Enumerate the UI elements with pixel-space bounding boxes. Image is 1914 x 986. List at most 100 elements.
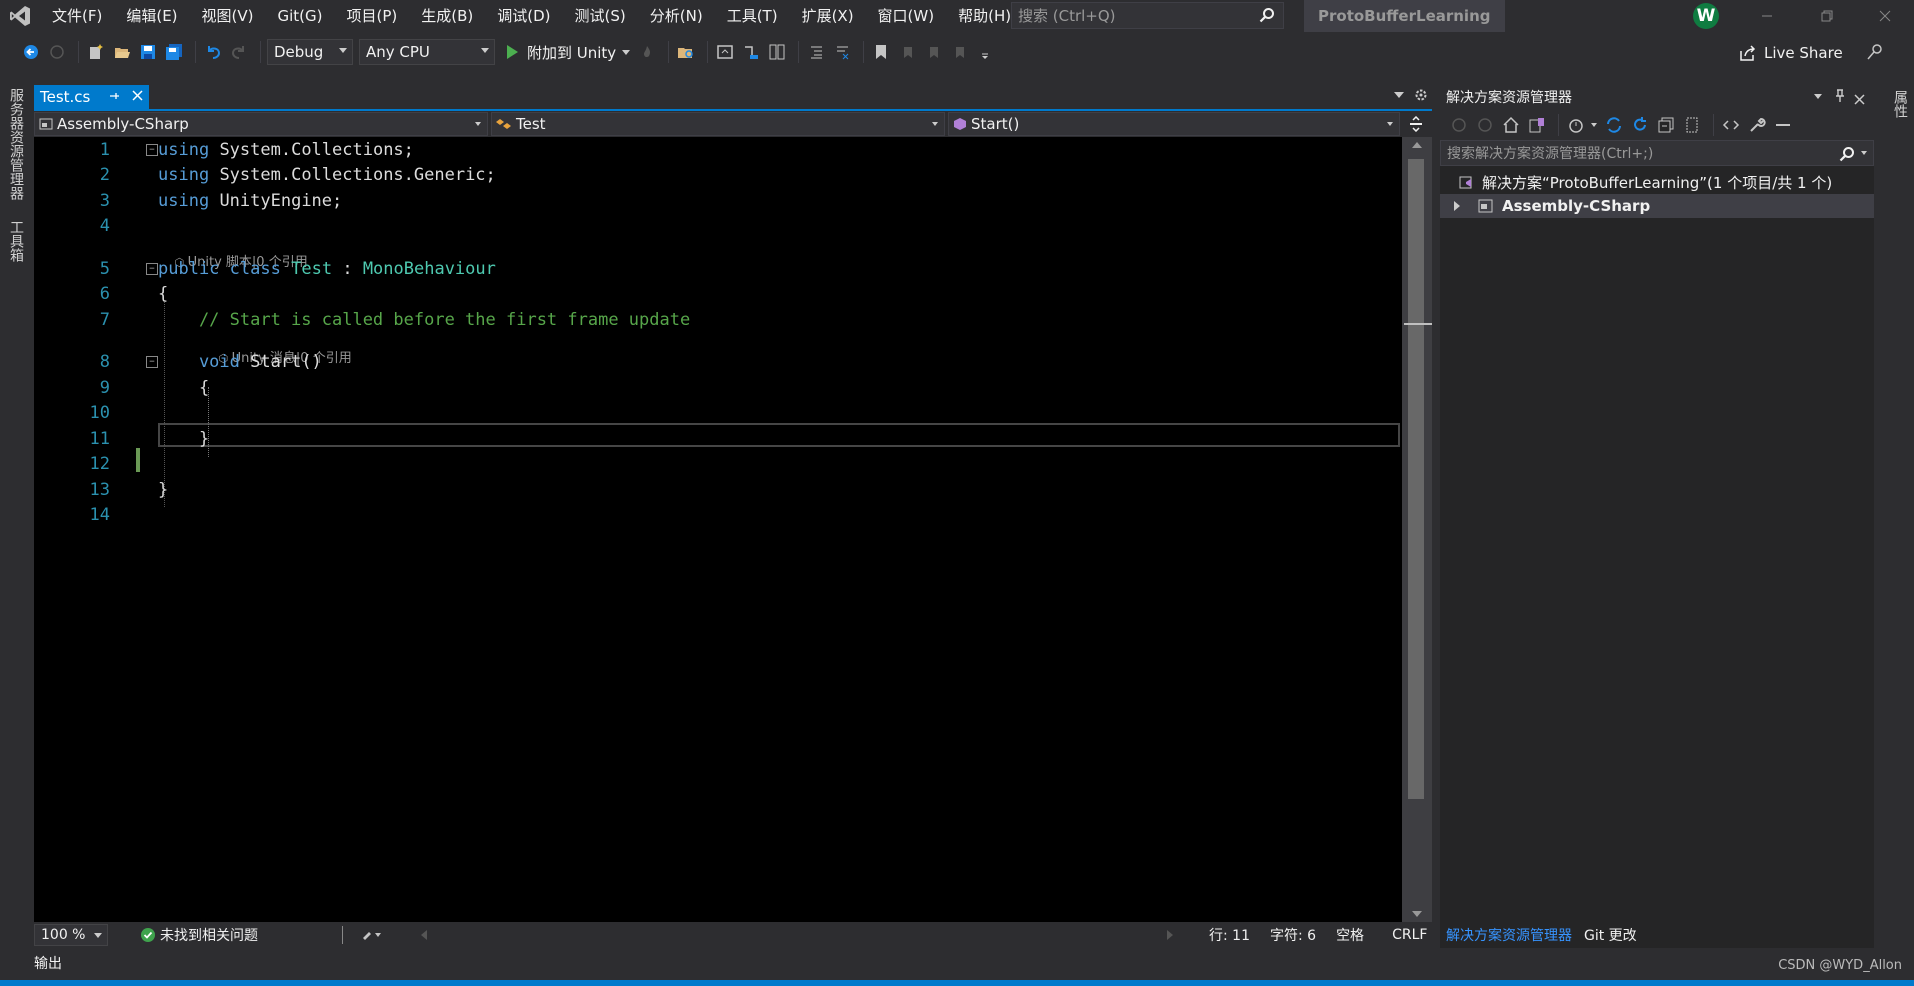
close-window-icon[interactable] [1862,0,1908,32]
menu-git[interactable]: Git(G) [266,0,335,32]
whitespace-indicator[interactable]: 空格 [1336,925,1364,945]
code-line[interactable]: 4 [34,214,1402,239]
close-tab-icon[interactable] [132,89,143,105]
close-icon[interactable] [1854,91,1865,109]
compare-icon[interactable] [766,41,788,63]
editor-vertical-scrollbar[interactable] [1402,137,1432,922]
gear-icon[interactable] [1414,88,1428,106]
view-code-icon[interactable] [1720,114,1742,136]
line-ending-indicator[interactable]: CRLF [1392,927,1427,943]
code-line[interactable]: 1 − using System.Collections; [34,137,1402,162]
menu-file[interactable]: 文件(F) [40,0,114,32]
previous-bookmark-icon[interactable] [896,41,918,63]
menu-view[interactable]: 视图(V) [190,0,266,32]
navigate-back-icon[interactable] [20,41,42,63]
code-line[interactable]: 9 { [34,375,1402,400]
chevron-down-icon[interactable] [1861,151,1867,155]
back-icon[interactable] [1448,114,1470,136]
navigate-forward-icon[interactable] [46,41,68,63]
next-bookmark-icon[interactable] [922,41,944,63]
hot-reload-icon[interactable] [636,41,658,63]
expand-arrow-icon[interactable] [1454,201,1460,211]
code-line[interactable]: 11 } [34,426,1402,451]
tab-git-changes[interactable]: Git 更改 [1578,925,1643,945]
show-all-files-icon[interactable] [1681,114,1703,136]
member-dropdown[interactable]: Start() [948,112,1400,136]
column-indicator[interactable]: 字符: 6 [1270,925,1316,945]
scroll-down-icon[interactable] [1412,911,1422,917]
feedback-icon[interactable] [1866,42,1886,66]
properties-wrench-icon[interactable] [1746,114,1768,136]
scrollbar-thumb[interactable] [1408,159,1424,799]
clear-bookmarks-icon[interactable] [948,41,970,63]
undo-icon[interactable] [202,41,224,63]
scroll-up-icon[interactable] [1412,142,1422,148]
toolbar-overflow-icon[interactable] [974,41,996,63]
line-indicator[interactable]: 行: 11 [1209,925,1250,945]
tree-item-solution[interactable]: 解决方案“ProtoBufferLearning”(1 个项目/共 1 个) [1440,170,1874,194]
user-avatar[interactable]: W [1693,3,1719,29]
solution-home-icon[interactable] [714,41,736,63]
document-tab-test-cs[interactable]: Test.cs [34,85,150,109]
scroll-left-icon[interactable] [421,930,427,940]
solution-configuration-select[interactable]: Debug [267,39,353,65]
redo-icon[interactable] [228,41,250,63]
pending-changes-filter-icon[interactable] [1565,114,1587,136]
start-debugging-icon[interactable] [501,41,523,63]
toolbox-tab[interactable]: 工具箱 [2,212,30,270]
class-dropdown[interactable]: Test [491,112,945,136]
collapse-region-icon[interactable]: − [146,356,158,368]
menu-build[interactable]: 生成(B) [409,0,485,32]
menu-tools[interactable]: 工具(T) [715,0,790,32]
project-dropdown[interactable]: Assembly-CSharp [34,112,488,136]
code-line[interactable]: 7 // Start is called before the first fr… [34,307,1402,332]
switch-views-icon[interactable] [1526,114,1548,136]
minimize-icon[interactable] [1744,0,1790,32]
new-project-icon[interactable] [85,41,107,63]
pin-icon[interactable] [108,90,120,105]
code-line[interactable]: 8 − void Start() [34,350,1402,375]
code-cleanup-icon[interactable] [361,928,385,942]
chevron-down-icon[interactable] [1814,94,1822,99]
forward-icon[interactable] [1474,114,1496,136]
solution-search-input[interactable]: 搜索解决方案资源管理器(Ctrl+;) [1440,140,1874,166]
collapse-region-icon[interactable]: − [146,143,158,156]
menu-analyze[interactable]: 分析(N) [638,0,715,32]
server-explorer-tab[interactable]: 服务器资源管理器 [2,80,30,208]
scroll-right-icon[interactable] [1167,930,1173,940]
sync-with-document-icon[interactable] [1603,114,1625,136]
find-in-files-icon[interactable] [675,41,697,63]
menu-window[interactable]: 窗口(W) [866,0,947,32]
search-input[interactable]: 搜索 (Ctrl+Q) [1011,2,1284,29]
menu-project[interactable]: 项目(P) [335,0,410,32]
live-share-button[interactable]: Live Share [1738,40,1843,66]
open-file-icon[interactable] [111,41,133,63]
tab-list-dropdown-icon[interactable] [1394,92,1404,98]
menu-edit[interactable]: 编辑(E) [114,0,189,32]
save-icon[interactable] [137,41,159,63]
refresh-icon[interactable] [1629,114,1651,136]
collapse-region-icon[interactable]: − [146,262,158,275]
chevron-down-icon[interactable] [1591,123,1597,127]
tab-solution-explorer[interactable]: 解决方案资源管理器 [1440,925,1578,945]
preview-icon[interactable] [1772,114,1794,136]
zoom-select[interactable]: 100 % [34,924,108,946]
code-line[interactable]: 12 [34,452,1402,477]
code-line[interactable]: 13} [34,477,1402,502]
output-panel-tab[interactable]: 输出 [28,952,1878,976]
code-line[interactable]: 14 [34,503,1402,528]
code-line[interactable]: 10 [34,401,1402,426]
tree-item-project[interactable]: Assembly-CSharp [1440,194,1874,218]
menu-test[interactable]: 测试(S) [563,0,638,32]
code-line[interactable]: 6{ [34,282,1402,307]
properties-tab[interactable]: 属性 [1886,82,1914,126]
solution-platform-select[interactable]: Any CPU [359,39,495,65]
code-line[interactable]: 5 − public class Test : MonoBehaviour [34,256,1402,281]
uncomment-lines-icon[interactable] [831,41,853,63]
code-line[interactable]: 2 using System.Collections.Generic; [34,163,1402,188]
home-icon[interactable] [1500,114,1522,136]
comment-lines-icon[interactable] [805,41,827,63]
issues-status[interactable]: 未找到相关问题 [160,925,258,945]
save-all-icon[interactable] [163,41,185,63]
step-into-icon[interactable] [740,41,762,63]
